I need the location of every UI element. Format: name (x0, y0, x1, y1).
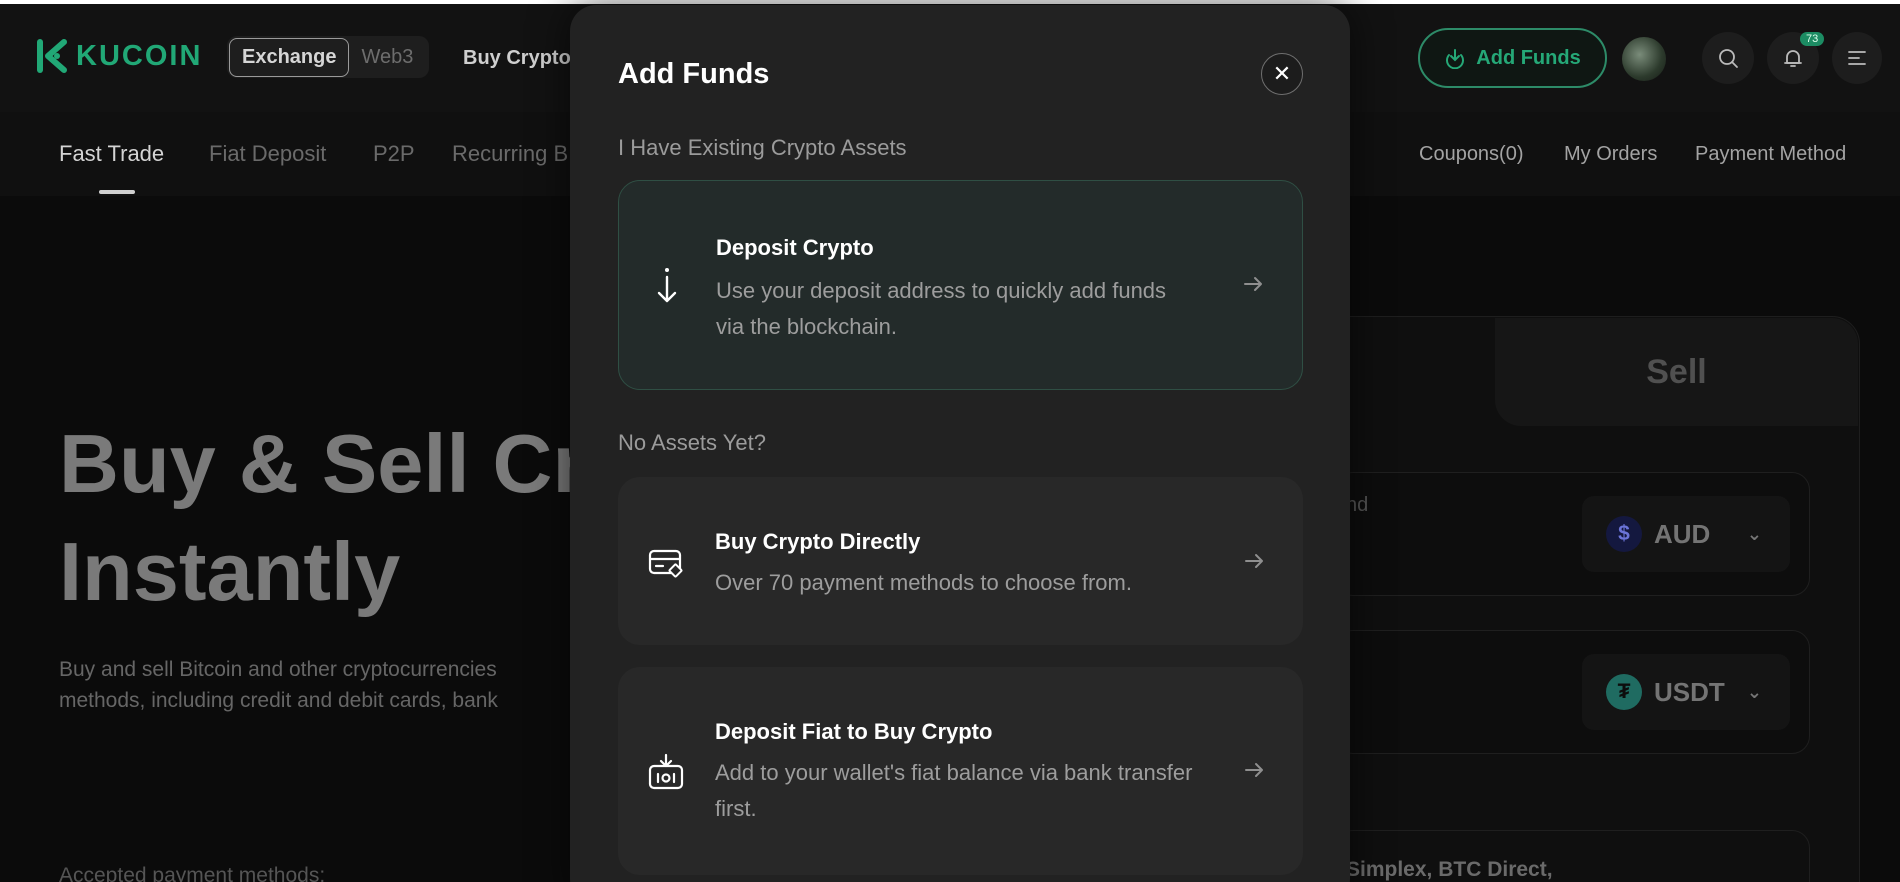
arrow-right-icon (1245, 554, 1263, 568)
tab-sell[interactable]: Sell (1495, 318, 1858, 426)
add-funds-modal: Add Funds ✕ I Have Existing Crypto Asset… (570, 5, 1350, 882)
menu-icon (1848, 51, 1866, 65)
section-no-assets: No Assets Yet? (618, 430, 766, 455)
tab-p2p[interactable]: P2P (373, 141, 415, 167)
download-icon (1446, 49, 1465, 69)
option-deposit-crypto[interactable]: Deposit Crypto Use your deposit address … (618, 180, 1303, 390)
menu-button[interactable] (1832, 32, 1882, 84)
dollar-icon: $ (1606, 516, 1642, 552)
add-funds-button[interactable]: Add Funds (1418, 28, 1607, 88)
option-deposit-fiat[interactable]: Deposit Fiat to Buy Crypto Add to your w… (618, 667, 1303, 875)
search-icon (1719, 49, 1738, 68)
my-orders-link[interactable]: My Orders (1564, 143, 1657, 166)
crypto-currency-select[interactable]: ₮ USDT ⌄ (1582, 654, 1790, 730)
hero-desc-line1: Buy and sell Bitcoin and other cryptocur… (59, 658, 497, 681)
nav-buy-crypto[interactable]: Buy Crypto (463, 47, 571, 70)
kucoin-logo-icon (34, 38, 68, 74)
chevron-down-icon: ⌄ (1746, 681, 1762, 702)
modal-title: Add Funds (618, 58, 770, 90)
tab-fast-trade[interactable]: Fast Trade (59, 141, 164, 167)
arrow-right-icon (1245, 763, 1263, 777)
section-existing-assets: I Have Existing Crypto Assets (618, 135, 907, 160)
accepted-payments-label: Accepted payment methods: (59, 864, 326, 882)
tab-fiat-deposit[interactable]: Fiat Deposit (209, 141, 326, 167)
search-button[interactable] (1702, 32, 1754, 84)
avatar[interactable] (1622, 37, 1666, 81)
option-title: Deposit Fiat to Buy Crypto (715, 719, 993, 744)
hero-title-line2: Instantly (59, 525, 401, 618)
coupons-link[interactable]: Coupons(0) (1419, 143, 1524, 166)
credit-card-icon (648, 545, 684, 581)
option-buy-crypto-directly[interactable]: Buy Crypto Directly Over 70 payment meth… (618, 477, 1303, 645)
exchange-web3-switch: Exchange Web3 (227, 36, 430, 78)
fiat-currency-select[interactable]: $ AUD ⌄ (1582, 496, 1790, 572)
bell-icon (1784, 50, 1802, 67)
crypto-currency-value: USDT (1654, 676, 1725, 707)
close-icon: ✕ (1272, 61, 1292, 86)
chevron-down-icon: ⌄ (1746, 523, 1762, 544)
close-button[interactable]: ✕ (1261, 53, 1303, 95)
fiat-deposit-icon (648, 753, 684, 790)
hero-title-line1: Buy & Sell Cr (59, 417, 585, 510)
arrow-down-icon (649, 268, 685, 305)
tab-recurring-buy[interactable]: Recurring B (452, 141, 568, 167)
active-tab-indicator (99, 190, 135, 194)
option-title: Buy Crypto Directly (715, 529, 921, 554)
kucoin-logo[interactable]: KUCOIN (34, 38, 202, 74)
option-description: Add to your wallet's fiat balance via ba… (715, 760, 1193, 821)
payment-method-link[interactable]: Payment Method (1695, 143, 1846, 166)
hero-title: Buy & Sell Cr Instantly (59, 410, 585, 626)
hero-desc-line2: methods, including credit and debit card… (59, 689, 498, 712)
option-title: Deposit Crypto (716, 235, 874, 260)
providers-text: Simplex, BTC Direct, (1346, 858, 1553, 881)
switch-web3[interactable]: Web3 (349, 39, 427, 76)
arrow-right-icon (1244, 277, 1262, 291)
notification-badge: 73 (1800, 32, 1825, 46)
switch-exchange[interactable]: Exchange (229, 37, 350, 77)
tether-icon: ₮ (1606, 674, 1642, 710)
hero-description: Buy and sell Bitcoin and other cryptocur… (59, 654, 619, 716)
option-description: Use your deposit address to quickly add … (716, 278, 1167, 339)
fiat-currency-value: AUD (1654, 518, 1711, 549)
option-description: Over 70 payment methods to choose from. (715, 570, 1132, 595)
add-funds-label: Add Funds (1476, 46, 1581, 69)
logo-text: KUCOIN (76, 39, 203, 72)
